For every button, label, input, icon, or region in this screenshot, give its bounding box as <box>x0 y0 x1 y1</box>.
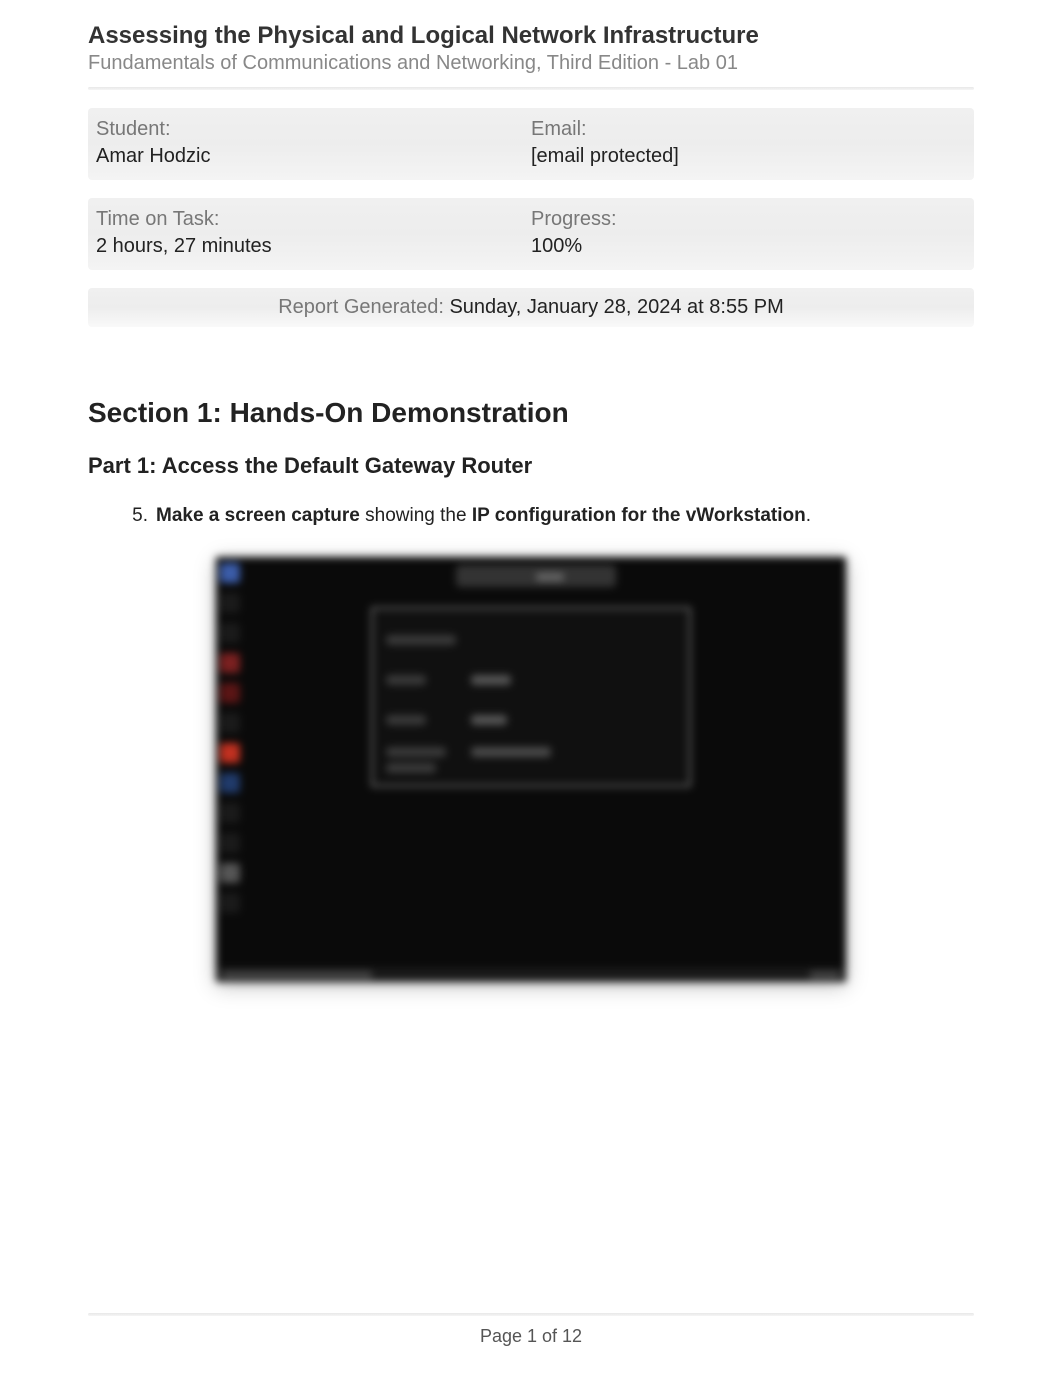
instruction-bold-2: IP configuration for the vWorkstation <box>472 505 806 526</box>
page-number: Page 1 of 12 <box>88 1326 974 1347</box>
email-label: Email: <box>531 118 966 141</box>
report-generated-value: Sunday, January 28, 2024 at 8:55 PM <box>449 296 783 318</box>
taskbar-icon <box>220 563 240 583</box>
section-heading: Section 1: Hands-On Demonstration <box>88 397 974 429</box>
report-generated-row: Report Generated: Sunday, January 28, 20… <box>88 288 974 327</box>
instruction-bold-1: Make a screen capture <box>156 505 360 526</box>
embedded-screenshot <box>216 557 846 982</box>
taskbar-icon <box>220 593 240 613</box>
instruction-number: 5. <box>120 505 148 527</box>
screenshot-container <box>88 557 974 982</box>
taskbar-icon <box>220 773 240 793</box>
taskbar-icon <box>220 863 240 883</box>
report-generated-label: Report Generated: <box>278 296 444 318</box>
taskbar-icon <box>220 743 240 763</box>
instruction-mid: showing the <box>360 505 472 526</box>
email-value: [email protected] <box>531 145 966 168</box>
taskbar-icon <box>220 893 240 913</box>
instruction-list: 5. Make a screen capture showing the IP … <box>88 505 974 527</box>
part-heading: Part 1: Access the Default Gateway Route… <box>88 453 974 479</box>
instruction-end: . <box>806 505 811 526</box>
inner-window <box>371 607 691 787</box>
taskbar-icon <box>220 833 240 853</box>
document-title: Assessing the Physical and Logical Netwo… <box>88 22 974 50</box>
instruction-item: 5. Make a screen capture showing the IP … <box>120 505 974 527</box>
time-label: Time on Task: <box>96 208 531 231</box>
student-info-block: Student: Amar Hodzic Email: [email prote… <box>88 108 974 180</box>
footer-divider <box>88 1313 974 1316</box>
instruction-text: Make a screen capture showing the IP con… <box>156 505 811 527</box>
taskbar-icon <box>220 683 240 703</box>
divider <box>88 87 974 90</box>
taskbar-icon <box>220 653 240 673</box>
document-subtitle: Fundamentals of Communications and Netwo… <box>88 52 974 75</box>
taskbar-icon <box>220 623 240 643</box>
taskbar-icon <box>220 713 240 733</box>
taskbar-icon <box>220 803 240 823</box>
page-footer: Page 1 of 12 <box>88 1313 974 1347</box>
student-value: Amar Hodzic <box>96 145 531 168</box>
time-value: 2 hours, 27 minutes <box>96 235 531 258</box>
progress-label: Progress: <box>531 208 966 231</box>
student-label: Student: <box>96 118 531 141</box>
task-info-block: Time on Task: 2 hours, 27 minutes Progre… <box>88 198 974 270</box>
progress-value: 100% <box>531 235 966 258</box>
